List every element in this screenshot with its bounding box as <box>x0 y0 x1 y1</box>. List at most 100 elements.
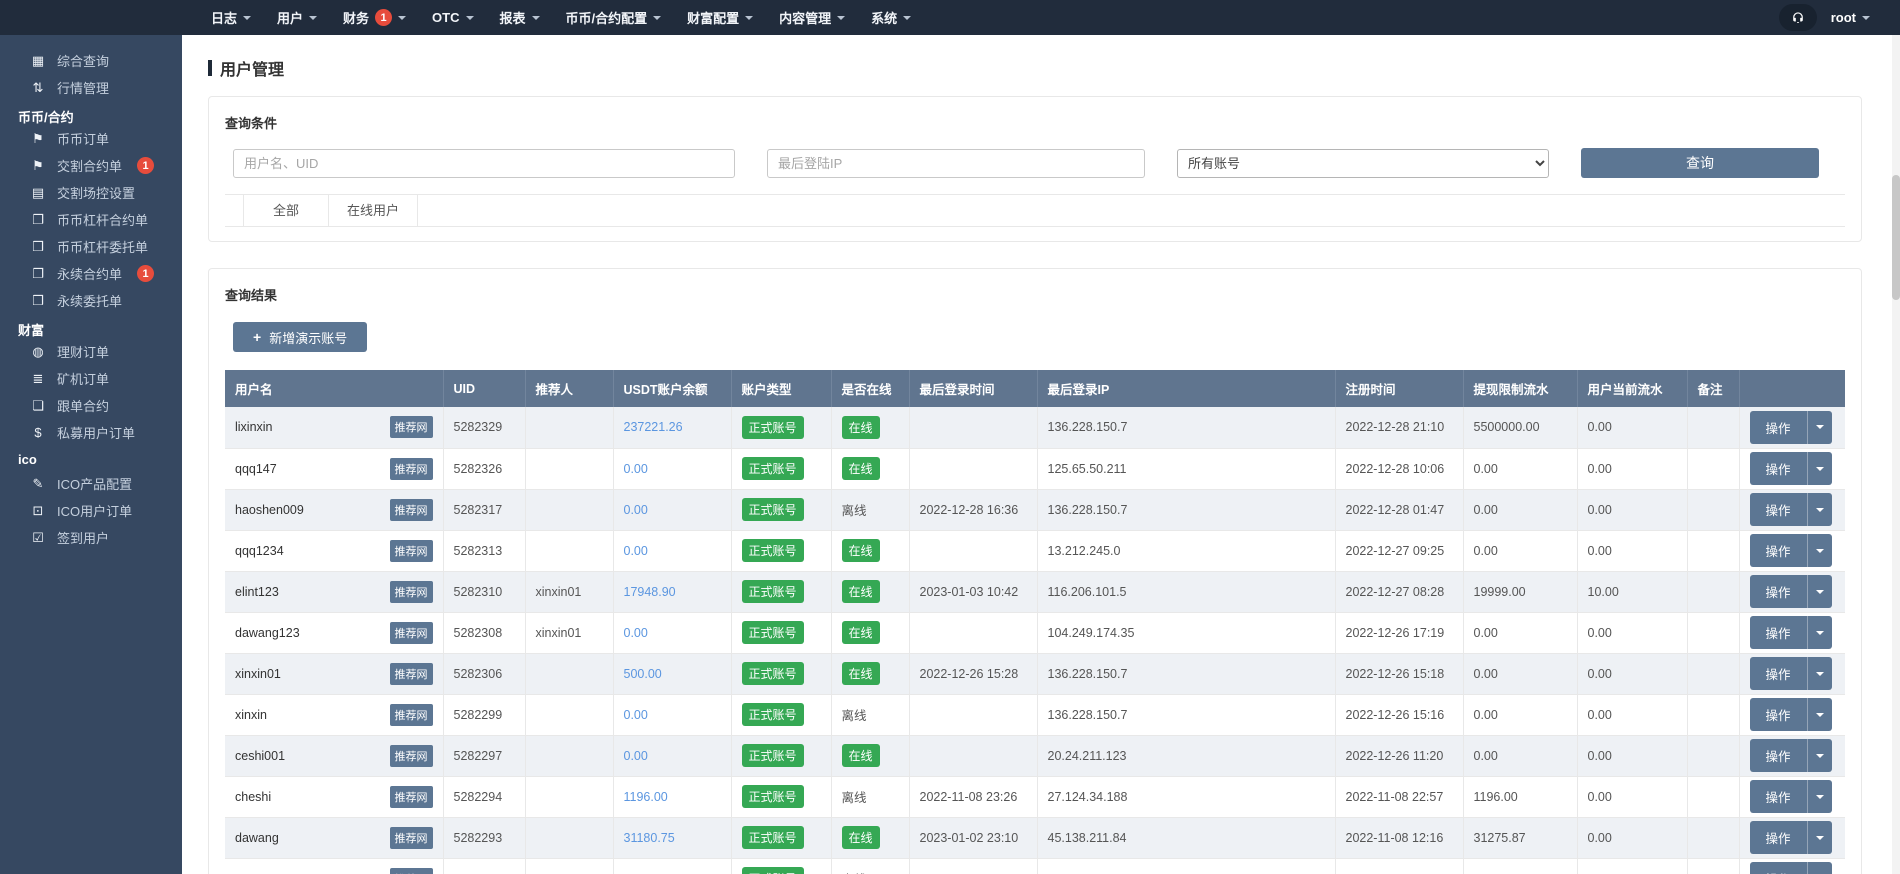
sidebar-badge: 1 <box>137 157 154 174</box>
action-dropdown-toggle[interactable] <box>1808 862 1832 874</box>
sidebar-item[interactable]: ✎ICO产品配置 <box>0 470 182 497</box>
action-dropdown-toggle[interactable] <box>1808 493 1832 526</box>
action-dropdown-toggle[interactable] <box>1808 575 1832 608</box>
sidebar-item[interactable]: ❐永续合约单1 <box>0 260 182 287</box>
sidebar-item[interactable]: ❏跟单合约 <box>0 392 182 419</box>
action-button-label[interactable]: 操作 <box>1750 698 1808 731</box>
action-dropdown-toggle[interactable] <box>1808 534 1832 567</box>
action-button[interactable]: 操作 <box>1750 739 1832 772</box>
action-button[interactable]: 操作 <box>1750 411 1832 444</box>
recommend-network-button[interactable]: 推荐网 <box>390 458 433 480</box>
action-button-label[interactable]: 操作 <box>1750 616 1808 649</box>
action-dropdown-toggle[interactable] <box>1808 780 1832 813</box>
sidebar-item[interactable]: ◍理财订单 <box>0 338 182 365</box>
recommend-network-button[interactable]: 推荐网 <box>390 663 433 685</box>
balance-link[interactable]: 237221.26 <box>624 420 683 434</box>
action-button-label[interactable]: 操作 <box>1750 411 1808 444</box>
action-button[interactable]: 操作 <box>1750 452 1832 485</box>
action-button-label[interactable]: 操作 <box>1750 534 1808 567</box>
action-dropdown-toggle[interactable] <box>1808 657 1832 690</box>
sidebar-item[interactable]: $私募用户订单 <box>0 419 182 446</box>
sidebar-item[interactable]: ≣矿机订单 <box>0 365 182 392</box>
action-button-label[interactable]: 操作 <box>1750 575 1808 608</box>
support-button[interactable] <box>1779 4 1817 31</box>
recommend-network-button[interactable]: 推荐网 <box>390 581 433 603</box>
scrollbar-thumb[interactable] <box>1892 175 1900 300</box>
action-button[interactable]: 操作 <box>1750 821 1832 854</box>
nav-item[interactable]: 系统 <box>858 0 924 35</box>
balance-link[interactable]: 0.00 <box>624 503 648 517</box>
action-button-label[interactable]: 操作 <box>1750 821 1808 854</box>
action-button[interactable]: 操作 <box>1750 698 1832 731</box>
chevron-down-icon <box>1816 754 1824 762</box>
action-button-label[interactable]: 操作 <box>1750 452 1808 485</box>
nav-item[interactable]: OTC <box>419 0 486 35</box>
search-button[interactable]: 查询 <box>1581 148 1819 178</box>
username-uid-input[interactable] <box>233 149 735 178</box>
action-button[interactable]: 操作 <box>1750 657 1832 690</box>
recommend-network-button[interactable]: 推荐网 <box>390 622 433 644</box>
balance-link[interactable]: 0.00 <box>624 749 648 763</box>
last-login-ip-input[interactable] <box>767 149 1145 178</box>
sidebar-item[interactable]: ⇅行情管理 <box>0 74 182 101</box>
user-menu[interactable]: root <box>1831 10 1870 25</box>
table-row: eee666666推荐网5282290eee66660.00正式账号离线178.… <box>225 858 1845 874</box>
nav-item[interactable]: 财务1 <box>330 0 419 35</box>
recommend-network-button[interactable]: 推荐网 <box>390 827 433 849</box>
nav-item[interactable]: 报表 <box>487 0 553 35</box>
nav-item[interactable]: 币币/合约配置 <box>553 0 675 35</box>
recommend-network-button[interactable]: 推荐网 <box>390 540 433 562</box>
nav-item[interactable]: 用户 <box>264 0 330 35</box>
action-button-label[interactable]: 操作 <box>1750 862 1808 874</box>
tab-online-users[interactable]: 在线用户 <box>329 195 418 226</box>
balance-link[interactable]: 1196.00 <box>624 790 668 804</box>
action-button[interactable]: 操作 <box>1750 616 1832 649</box>
nav-item[interactable]: 财富配置 <box>674 0 766 35</box>
recommend-network-button[interactable]: 推荐网 <box>390 868 433 874</box>
action-button[interactable]: 操作 <box>1750 534 1832 567</box>
action-button[interactable]: 操作 <box>1750 493 1832 526</box>
sidebar-item[interactable]: ❐币币杠杆合约单 <box>0 206 182 233</box>
nav-item[interactable]: 内容管理 <box>766 0 858 35</box>
balance-link[interactable]: 0.00 <box>624 626 648 640</box>
account-type-select[interactable]: 所有账号 <box>1177 149 1549 178</box>
sidebar-item[interactable]: ❒永续委托单 <box>0 287 182 314</box>
sidebar-item[interactable]: ▦综合查询 <box>0 47 182 74</box>
action-button[interactable]: 操作 <box>1750 575 1832 608</box>
table-row: qqq1234推荐网52823130.00正式账号在线13.212.245.02… <box>225 530 1845 571</box>
nav-item[interactable]: 日志 <box>198 0 264 35</box>
tab-all[interactable]: 全部 <box>243 195 329 226</box>
add-demo-account-button[interactable]: + 新增演示账号 <box>233 322 367 352</box>
balance-link[interactable]: 0.00 <box>624 462 648 476</box>
action-dropdown-toggle[interactable] <box>1808 821 1832 854</box>
balance-link[interactable]: 0.00 <box>624 708 648 722</box>
sidebar-item[interactable]: ⚑交割合约单1 <box>0 152 182 179</box>
recommend-network-button[interactable]: 推荐网 <box>390 499 433 521</box>
recommend-network-button[interactable]: 推荐网 <box>390 745 433 767</box>
action-dropdown-toggle[interactable] <box>1808 411 1832 444</box>
action-dropdown-toggle[interactable] <box>1808 452 1832 485</box>
recommend-network-button[interactable]: 推荐网 <box>390 704 433 726</box>
balance-link[interactable]: 500.00 <box>624 667 662 681</box>
action-button-label[interactable]: 操作 <box>1750 493 1808 526</box>
action-dropdown-toggle[interactable] <box>1808 616 1832 649</box>
sidebar-item-label: 行情管理 <box>57 78 109 97</box>
recommend-network-button[interactable]: 推荐网 <box>390 786 433 808</box>
balance-link[interactable]: 31180.75 <box>624 831 675 845</box>
sidebar-item[interactable]: ☑签到用户 <box>0 524 182 551</box>
sidebar-item[interactable]: ❒币币杠杆委托单 <box>0 233 182 260</box>
action-button[interactable]: 操作 <box>1750 862 1832 874</box>
sidebar-item[interactable]: ⚑币币订单 <box>0 125 182 152</box>
action-dropdown-toggle[interactable] <box>1808 739 1832 772</box>
recommend-network-button[interactable]: 推荐网 <box>390 416 433 438</box>
action-button-label[interactable]: 操作 <box>1750 780 1808 813</box>
balance-link[interactable]: 0.00 <box>624 544 648 558</box>
action-button[interactable]: 操作 <box>1750 780 1832 813</box>
sidebar-item[interactable]: ⊡ICO用户订单 <box>0 497 182 524</box>
sidebar-item[interactable]: ▤交割场控设置 <box>0 179 182 206</box>
uid-cell: 5282294 <box>443 776 525 817</box>
action-button-label[interactable]: 操作 <box>1750 739 1808 772</box>
balance-link[interactable]: 17948.90 <box>624 585 676 599</box>
action-button-label[interactable]: 操作 <box>1750 657 1808 690</box>
action-dropdown-toggle[interactable] <box>1808 698 1832 731</box>
